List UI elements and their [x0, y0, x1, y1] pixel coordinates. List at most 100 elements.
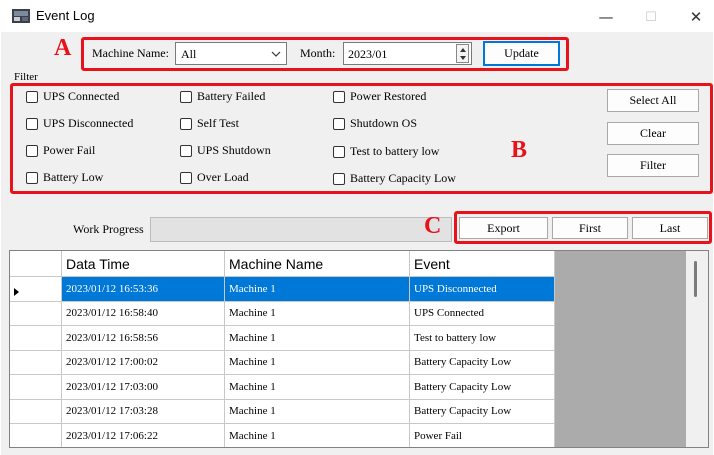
filter-power-restored[interactable]: Power Restored	[333, 89, 426, 104]
month-spinner[interactable]	[456, 44, 469, 63]
spinner-arrows-icon	[460, 48, 466, 60]
checkbox[interactable]	[333, 90, 345, 103]
last-button[interactable]: Last	[632, 217, 708, 239]
filter-option-label: Battery Failed	[197, 89, 266, 103]
select-all-button[interactable]: Select All	[607, 89, 699, 112]
table-row[interactable]: 2023/01/12 17:06:22 Machine 1 Power Fail	[10, 423, 555, 447]
maximize-button[interactable]: ☐	[629, 4, 673, 30]
filter-battery-failed[interactable]: Battery Failed	[180, 89, 265, 104]
cell-data-time[interactable]: 2023/01/12 16:58:40	[61, 301, 225, 326]
checkbox[interactable]	[180, 144, 192, 157]
annotation-c: C	[424, 213, 442, 239]
filter-self-test[interactable]: Self Test	[180, 116, 239, 131]
row-header	[10, 423, 62, 447]
table-header-row: Data Time Machine Name Event	[10, 251, 555, 277]
window-title: Event Log	[36, 8, 95, 23]
row-header	[10, 301, 62, 326]
month-value: 2023/01	[348, 47, 388, 61]
cell-data-time[interactable]: 2023/01/12 17:03:00	[61, 374, 225, 400]
cell-data-time[interactable]: 2023/01/12 16:58:56	[61, 325, 225, 351]
cell-data-time[interactable]: 2023/01/12 17:00:02	[61, 350, 225, 375]
month-field[interactable]: 2023/01	[343, 42, 472, 65]
event-table: Data Time Machine Name Event 2023/01/12 …	[10, 251, 555, 447]
row-header	[10, 350, 62, 375]
checkbox[interactable]	[333, 172, 345, 185]
row-header	[10, 399, 62, 424]
minimize-button[interactable]: —	[584, 4, 628, 30]
filter-over-load[interactable]: Over Load	[180, 170, 249, 185]
cell-machine-name[interactable]: Machine 1	[224, 423, 410, 447]
filter-shutdown-os[interactable]: Shutdown OS	[333, 116, 417, 131]
checkbox[interactable]	[180, 117, 192, 130]
filter-option-label: Self Test	[197, 116, 239, 130]
first-button[interactable]: First	[552, 217, 628, 239]
cell-data-time[interactable]: 2023/01/12 17:03:28	[61, 399, 225, 424]
table-row[interactable]: 2023/01/12 17:03:00 Machine 1 Battery Ca…	[10, 374, 555, 400]
filter-power-fail[interactable]: Power Fail	[26, 143, 95, 158]
column-header-machine-name[interactable]: Machine Name	[224, 251, 410, 277]
cell-machine-name[interactable]: Machine 1	[224, 325, 410, 351]
machine-name-select[interactable]: All	[175, 42, 287, 65]
column-header-data-time[interactable]: Data Time	[61, 251, 225, 277]
cell-machine-name[interactable]: Machine 1	[224, 374, 410, 400]
filter-battery-capacity-low[interactable]: Battery Capacity Low	[333, 171, 456, 186]
cell-event[interactable]: Power Fail	[409, 423, 555, 447]
filter-test-to-battery-low[interactable]: Test to battery low	[333, 144, 439, 159]
cell-data-time[interactable]: 2023/01/12 16:53:36	[61, 276, 225, 302]
checkbox[interactable]	[26, 171, 38, 184]
checkbox[interactable]	[26, 90, 38, 103]
filter-option-label: UPS Connected	[43, 89, 120, 103]
filter-group-label: Filter	[14, 71, 38, 83]
cell-data-time[interactable]: 2023/01/12 17:06:22	[61, 423, 225, 447]
filter-option-label: Power Fail	[43, 143, 96, 157]
checkbox[interactable]	[180, 90, 192, 103]
row-header	[10, 374, 62, 400]
scrollbar-thumb[interactable]	[694, 261, 697, 297]
update-button[interactable]: Update	[483, 41, 560, 66]
cell-event[interactable]: Battery Capacity Low	[409, 374, 555, 400]
checkbox[interactable]	[333, 145, 345, 158]
cell-event[interactable]: Test to battery low	[409, 325, 555, 351]
filter-button[interactable]: Filter	[607, 154, 699, 177]
cell-event[interactable]: Battery Capacity Low	[409, 399, 555, 424]
app-icon	[12, 9, 30, 23]
annotation-a: A	[54, 35, 72, 61]
cell-machine-name[interactable]: Machine 1	[224, 276, 410, 302]
table-row[interactable]: 2023/01/12 16:58:56 Machine 1 Test to ba…	[10, 325, 555, 351]
annotation-b: B	[511, 137, 528, 163]
clear-button[interactable]: Clear	[607, 122, 699, 145]
table-row[interactable]: 2023/01/12 16:58:40 Machine 1 UPS Connec…	[10, 301, 555, 326]
current-row-arrow-icon	[14, 288, 19, 296]
cell-machine-name[interactable]: Machine 1	[224, 301, 410, 326]
cell-machine-name[interactable]: Machine 1	[224, 350, 410, 375]
work-progress-bar	[150, 217, 452, 242]
filter-ups-disconnected[interactable]: UPS Disconnected	[26, 116, 133, 131]
title-bar: Event Log — ☐ ✕	[0, 0, 714, 32]
checkbox[interactable]	[26, 144, 38, 157]
filter-ups-connected[interactable]: UPS Connected	[26, 89, 119, 104]
row-header	[10, 325, 62, 351]
table-row[interactable]: 2023/01/12 16:53:36 Machine 1 UPS Discon…	[10, 276, 555, 302]
work-progress-label: Work Progress	[73, 222, 144, 236]
filter-option-label: UPS Disconnected	[43, 116, 134, 130]
filter-battery-low[interactable]: Battery Low	[26, 170, 103, 185]
vertical-scrollbar[interactable]	[686, 251, 708, 447]
machine-name-label: Machine Name:	[92, 46, 169, 60]
cell-event[interactable]: Battery Capacity Low	[409, 350, 555, 375]
checkbox[interactable]	[180, 171, 192, 184]
filter-option-label: Battery Low	[43, 170, 104, 184]
cell-event[interactable]: UPS Disconnected	[409, 276, 555, 302]
checkbox[interactable]	[333, 117, 345, 130]
export-button[interactable]: Export	[459, 217, 548, 239]
table-row[interactable]: 2023/01/12 17:03:28 Machine 1 Battery Ca…	[10, 399, 555, 424]
month-label: Month:	[300, 46, 336, 60]
filter-ups-shutdown[interactable]: UPS Shutdown	[180, 143, 271, 158]
cell-machine-name[interactable]: Machine 1	[224, 399, 410, 424]
table-row[interactable]: 2023/01/12 17:00:02 Machine 1 Battery Ca…	[10, 350, 555, 375]
cell-event[interactable]: UPS Connected	[409, 301, 555, 326]
column-header-event[interactable]: Event	[409, 251, 555, 277]
close-button[interactable]: ✕	[674, 4, 714, 30]
event-grid[interactable]: Data Time Machine Name Event 2023/01/12 …	[9, 250, 709, 448]
checkbox[interactable]	[26, 117, 38, 130]
filter-option-label: Battery Capacity Low	[350, 171, 456, 185]
